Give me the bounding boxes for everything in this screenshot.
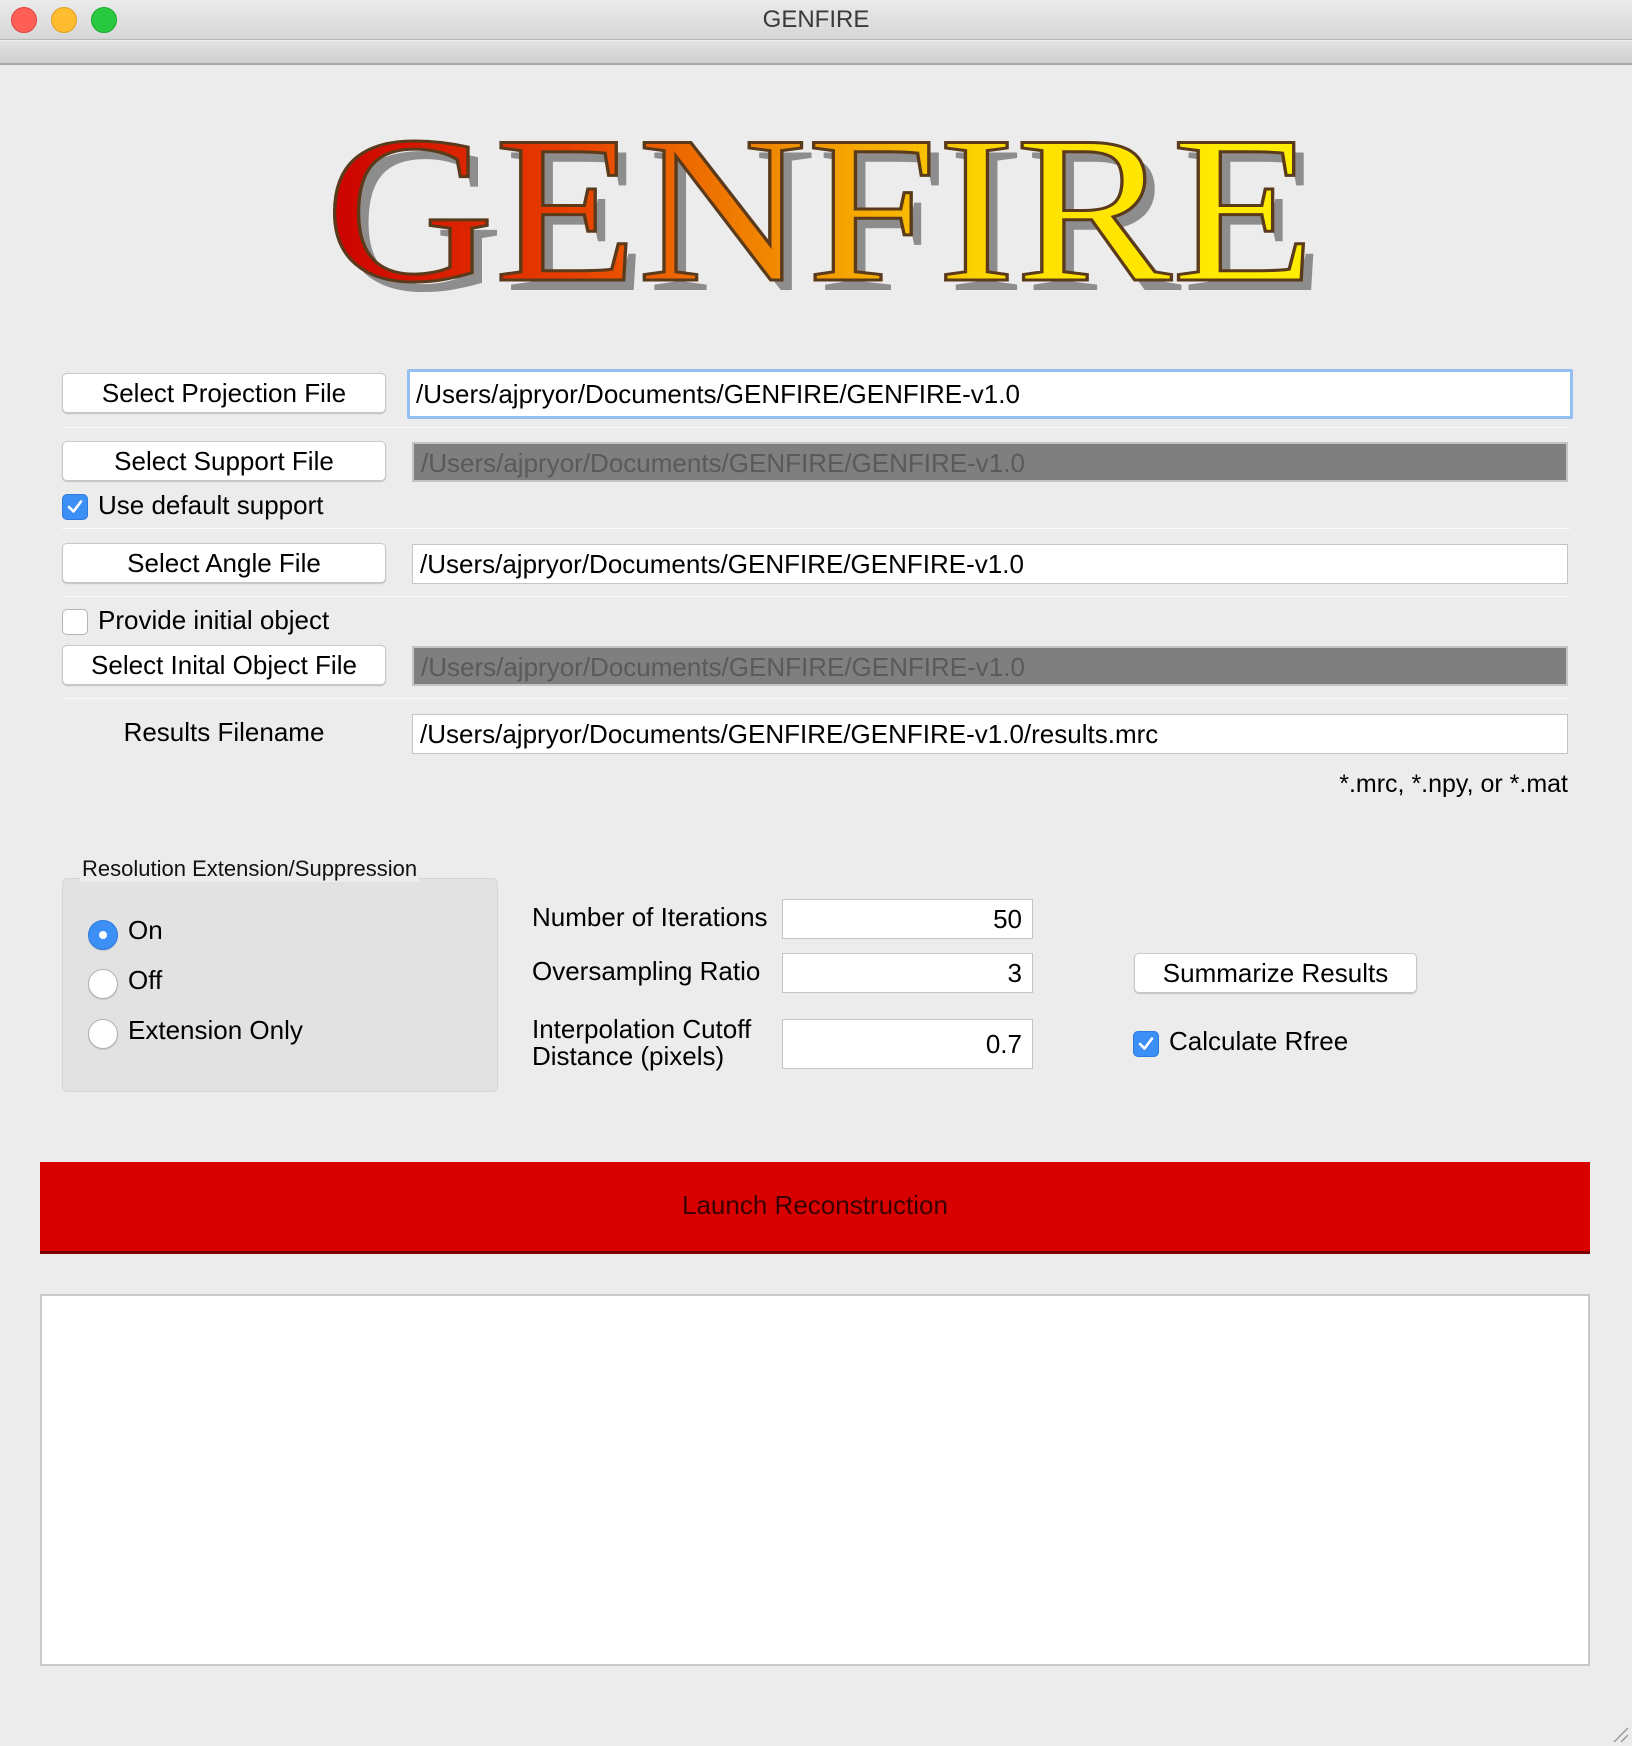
output-log-textarea[interactable] xyxy=(40,1294,1590,1666)
resolution-group-title: Resolution Extension/Suppression xyxy=(80,856,420,882)
iterations-label: Number of Iterations xyxy=(532,902,768,932)
select-support-file-button[interactable]: Select Support File xyxy=(62,441,386,481)
projection-path-field[interactable]: /Users/ajpryor/Documents/GENFIRE/GENFIRE… xyxy=(407,369,1573,419)
checkmark-icon xyxy=(1138,1037,1154,1050)
checkmark-icon xyxy=(67,500,83,513)
cutoff-label-line2: Distance (pixels) xyxy=(532,1041,725,1071)
results-filename-field[interactable]: /Users/ajpryor/Documents/GENFIRE/GENFIRE… xyxy=(412,714,1568,754)
resolution-extension-only-label: Extension Only xyxy=(128,1015,303,1045)
use-default-support-label: Use default support xyxy=(98,490,324,520)
select-projection-file-button[interactable]: Select Projection File xyxy=(62,373,386,413)
iterations-field[interactable]: 50 xyxy=(782,899,1033,939)
select-angle-file-button[interactable]: Select Angle File xyxy=(62,543,386,583)
divider xyxy=(62,698,1570,699)
divider xyxy=(62,596,1570,597)
resolution-on-radio[interactable] xyxy=(88,920,118,950)
results-filename-label: Results Filename xyxy=(123,717,325,747)
results-format-hint: *.mrc, *.npy, or *.mat xyxy=(1339,770,1568,798)
window-title: GENFIRE xyxy=(762,6,870,33)
resolution-on-label: On xyxy=(128,915,163,945)
select-initial-object-file-button[interactable]: Select Inital Object File xyxy=(62,645,386,685)
calculate-rfree-checkbox[interactable] xyxy=(1133,1031,1159,1057)
provide-initial-object-checkbox[interactable] xyxy=(62,609,88,635)
oversampling-field[interactable]: 3 xyxy=(782,953,1033,993)
logo-text: GENFIRE xyxy=(325,94,1315,320)
genfire-logo: GENFIRE GENFIRE xyxy=(324,93,1326,321)
provide-initial-object-label: Provide initial object xyxy=(98,605,330,635)
angle-path-field[interactable]: /Users/ajpryor/Documents/GENFIRE/GENFIRE… xyxy=(412,544,1568,584)
divider xyxy=(62,427,1570,428)
initial-object-path-field: /Users/ajpryor/Documents/GENFIRE/GENFIRE… xyxy=(412,646,1568,686)
support-path-field: /Users/ajpryor/Documents/GENFIRE/GENFIRE… xyxy=(412,442,1568,482)
divider xyxy=(62,528,1570,529)
resolution-extension-only-radio[interactable] xyxy=(88,1019,118,1049)
launch-reconstruction-button[interactable]: Launch Reconstruction xyxy=(40,1162,1590,1254)
summarize-results-button[interactable]: Summarize Results xyxy=(1134,953,1417,993)
resolution-off-radio[interactable] xyxy=(88,969,118,999)
calculate-rfree-label: Calculate Rfree xyxy=(1169,1026,1349,1056)
resolution-off-label: Off xyxy=(128,965,163,995)
resize-grip-icon[interactable] xyxy=(1606,1720,1630,1744)
cutoff-field[interactable]: 0.7 xyxy=(782,1019,1033,1069)
toolbar-strip xyxy=(0,41,1632,65)
oversampling-label: Oversampling Ratio xyxy=(532,956,761,986)
use-default-support-checkbox[interactable] xyxy=(62,494,88,520)
